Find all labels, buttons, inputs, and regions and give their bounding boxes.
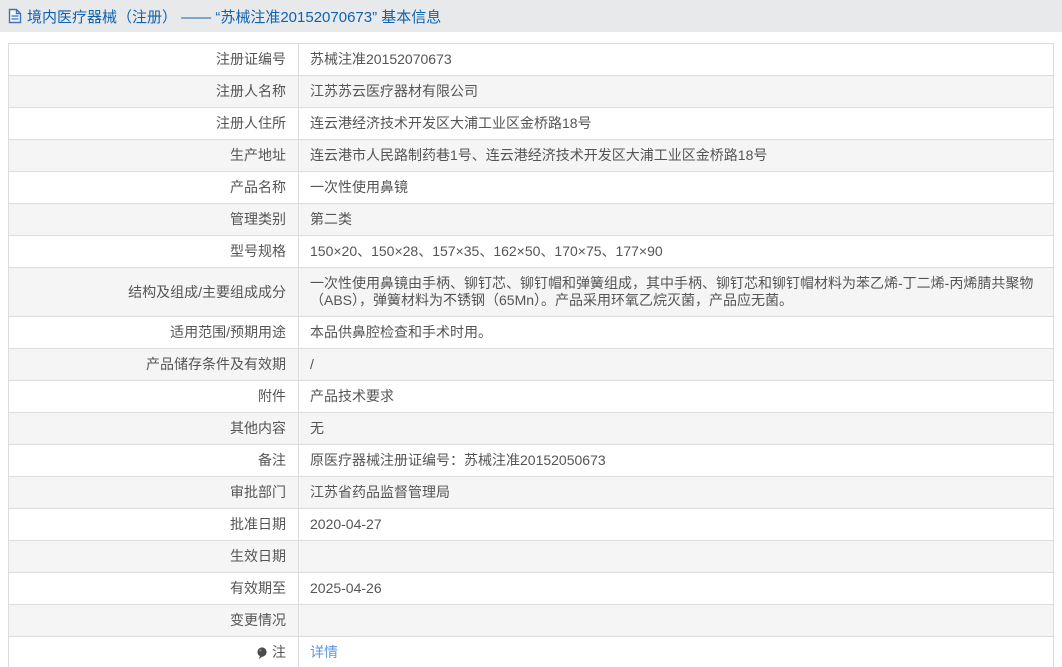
row-value: 产品技术要求 bbox=[299, 381, 1053, 412]
table-row: 批准日期 2020-04-27 bbox=[9, 509, 1053, 541]
row-label: 生效日期 bbox=[9, 541, 299, 572]
value-text: 原医疗器械注册证编号：苏械注准20152050673 bbox=[310, 452, 606, 468]
row-label: 附件 bbox=[9, 381, 299, 412]
value-text: 无 bbox=[310, 420, 324, 436]
row-value: 原医疗器械注册证编号：苏械注准20152050673 bbox=[299, 445, 1053, 476]
table-row: 注册人住所 连云港经济技术开发区大浦工业区金桥路18号 bbox=[9, 108, 1053, 140]
row-value: 一次性使用鼻镜 bbox=[299, 172, 1053, 203]
value-text: 2025-04-26 bbox=[310, 580, 382, 596]
row-label: 生产地址 bbox=[9, 140, 299, 171]
row-label: 注 bbox=[9, 637, 299, 667]
table-row: 产品名称 一次性使用鼻镜 bbox=[9, 172, 1053, 204]
table-row: 生产地址 连云港市人民路制药巷1号、连云港经济技术开发区大浦工业区金桥路18号 bbox=[9, 140, 1053, 172]
value-text: 连云港经济技术开发区大浦工业区金桥路18号 bbox=[310, 115, 592, 131]
row-value: 连云港经济技术开发区大浦工业区金桥路18号 bbox=[299, 108, 1053, 139]
registration-info-table: 注册证编号 苏械注准20152070673 注册人名称 江苏苏云医疗器材有限公司… bbox=[8, 43, 1054, 667]
table-row: 附件 产品技术要求 bbox=[9, 381, 1053, 413]
value-text: 江苏苏云医疗器材有限公司 bbox=[310, 83, 478, 99]
row-value bbox=[299, 605, 1053, 636]
row-value: 连云港市人民路制药巷1号、连云港经济技术开发区大浦工业区金桥路18号 bbox=[299, 140, 1053, 171]
row-label: 有效期至 bbox=[9, 573, 299, 604]
row-label: 批准日期 bbox=[9, 509, 299, 540]
row-value: 第二类 bbox=[299, 204, 1053, 235]
row-label: 型号规格 bbox=[9, 236, 299, 267]
row-value: 150×20、150×28、157×35、162×50、170×75、177×9… bbox=[299, 236, 1053, 267]
row-value: 2020-04-27 bbox=[299, 509, 1053, 540]
row-value: 详情 bbox=[299, 637, 1053, 667]
page-header: 境内医疗器械（注册） —— “苏械注准20152070673” 基本信息 bbox=[0, 0, 1062, 32]
value-text: 2020-04-27 bbox=[310, 516, 382, 532]
table-row: 审批部门 江苏省药品监督管理局 bbox=[9, 477, 1053, 509]
content-panel: 注册证编号 苏械注准20152070673 注册人名称 江苏苏云医疗器材有限公司… bbox=[0, 32, 1062, 667]
row-label: 审批部门 bbox=[9, 477, 299, 508]
table-row: 管理类别 第二类 bbox=[9, 204, 1053, 236]
row-value: 2025-04-26 bbox=[299, 573, 1053, 604]
page-title: 境内医疗器械（注册） —— “苏械注准20152070673” 基本信息 bbox=[27, 8, 442, 26]
row-label: 注册人名称 bbox=[9, 76, 299, 107]
value-text: / bbox=[310, 356, 314, 372]
note-label-text: 注 bbox=[272, 644, 286, 660]
row-label: 注册人住所 bbox=[9, 108, 299, 139]
row-label: 产品储存条件及有效期 bbox=[9, 349, 299, 380]
value-text: 苏械注准20152070673 bbox=[310, 51, 452, 67]
row-value: 本品供鼻腔检查和手术时用。 bbox=[299, 317, 1053, 348]
row-label: 变更情况 bbox=[9, 605, 299, 636]
details-link[interactable]: 详情 bbox=[310, 644, 338, 661]
row-label: 结构及组成/主要组成成分 bbox=[9, 268, 299, 316]
row-label: 产品名称 bbox=[9, 172, 299, 203]
table-row: 产品储存条件及有效期 / bbox=[9, 349, 1053, 381]
note-icon bbox=[257, 647, 267, 660]
value-text: 一次性使用鼻镜 bbox=[310, 179, 408, 195]
value-text: 本品供鼻腔检查和手术时用。 bbox=[310, 324, 492, 340]
value-text: 产品技术要求 bbox=[310, 388, 394, 404]
table-row: 备注 原医疗器械注册证编号：苏械注准20152050673 bbox=[9, 445, 1053, 477]
row-value: / bbox=[299, 349, 1053, 380]
table-row: 注册人名称 江苏苏云医疗器材有限公司 bbox=[9, 76, 1053, 108]
row-label: 备注 bbox=[9, 445, 299, 476]
table-row: 其他内容 无 bbox=[9, 413, 1053, 445]
row-label: 适用范围/预期用途 bbox=[9, 317, 299, 348]
value-text: 第二类 bbox=[310, 211, 352, 227]
table-row: 型号规格 150×20、150×28、157×35、162×50、170×75、… bbox=[9, 236, 1053, 268]
table-row: 适用范围/预期用途 本品供鼻腔检查和手术时用。 bbox=[9, 317, 1053, 349]
row-value: 无 bbox=[299, 413, 1053, 444]
value-text: 江苏省药品监督管理局 bbox=[310, 484, 450, 500]
row-value: 江苏省药品监督管理局 bbox=[299, 477, 1053, 508]
row-value: 一次性使用鼻镜由手柄、铆钉芯、铆钉帽和弹簧组成，其中手柄、铆钉芯和铆钉帽材料为苯… bbox=[299, 268, 1053, 316]
row-label: 其他内容 bbox=[9, 413, 299, 444]
row-label: 注册证编号 bbox=[9, 44, 299, 75]
row-label: 管理类别 bbox=[9, 204, 299, 235]
value-text: 一次性使用鼻镜由手柄、铆钉芯、铆钉帽和弹簧组成，其中手柄、铆钉芯和铆钉帽材料为苯… bbox=[310, 275, 1034, 308]
value-text: 150×20、150×28、157×35、162×50、170×75、177×9… bbox=[310, 243, 663, 259]
row-value bbox=[299, 541, 1053, 572]
table-row: 有效期至 2025-04-26 bbox=[9, 573, 1053, 605]
table-row: 变更情况 bbox=[9, 605, 1053, 637]
table-row: 注册证编号 苏械注准20152070673 bbox=[9, 44, 1053, 76]
value-text: 连云港市人民路制药巷1号、连云港经济技术开发区大浦工业区金桥路18号 bbox=[310, 147, 768, 163]
table-row: 生效日期 bbox=[9, 541, 1053, 573]
table-row-note: 注 详情 bbox=[9, 637, 1053, 667]
table-row: 结构及组成/主要组成成分 一次性使用鼻镜由手柄、铆钉芯、铆钉帽和弹簧组成，其中手… bbox=[9, 268, 1053, 317]
row-value: 苏械注准20152070673 bbox=[299, 44, 1053, 75]
row-value: 江苏苏云医疗器材有限公司 bbox=[299, 76, 1053, 107]
document-icon bbox=[8, 8, 22, 24]
